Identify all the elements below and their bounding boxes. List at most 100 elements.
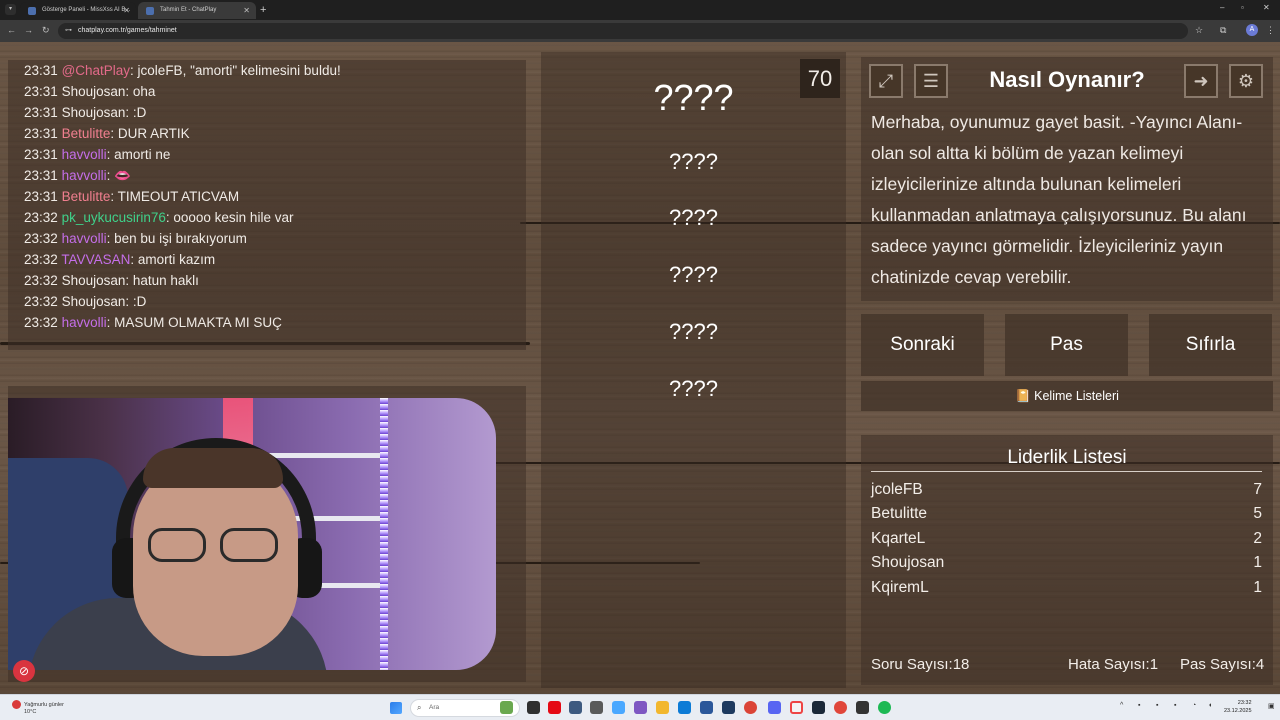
pass-button[interactable]: Pas (1005, 314, 1128, 376)
weather-widget[interactable]: Yağmurlu günler 10°C (12, 700, 64, 716)
netflix-icon[interactable] (548, 701, 561, 714)
back-icon[interactable]: ← (7, 25, 16, 35)
steam-icon[interactable] (812, 701, 825, 714)
chat-username[interactable]: Shoujosan (62, 273, 126, 288)
app-icon[interactable] (722, 701, 735, 714)
new-tab-icon[interactable]: + (260, 2, 266, 18)
edge-icon[interactable] (678, 701, 691, 714)
app-icon[interactable] (634, 701, 647, 714)
app-icon[interactable] (700, 701, 713, 714)
forward-icon[interactable]: → (24, 25, 33, 35)
spotify-icon[interactable] (878, 701, 891, 714)
player-score: 5 (1253, 505, 1262, 522)
chat-username[interactable]: havvolli (62, 147, 107, 162)
chat-message: 23:32 Shoujosan: hatun haklı (24, 273, 199, 288)
weather-icon (12, 700, 21, 709)
player-name: Betulitte (871, 505, 928, 522)
chat-username[interactable]: @ChatPlay (62, 63, 130, 78)
minimize-icon[interactable]: – (1220, 3, 1224, 12)
chat-message: 23:32 havvolli: MASUM OLMAKTA MI SUÇ (24, 315, 282, 330)
tray-icon[interactable]: ▪ (1156, 702, 1158, 709)
pass-count-value: 4 (1255, 656, 1265, 673)
chat-username[interactable]: Betulitte (62, 189, 111, 204)
chat-text: : :D (125, 105, 147, 120)
chat-username[interactable]: Shoujosan (62, 105, 126, 120)
glasses (220, 528, 278, 562)
wifi-icon[interactable]: ◔ (1192, 702, 1196, 709)
recording-icon[interactable]: ⊘ (13, 660, 35, 682)
search-placeholder: Ara (429, 704, 440, 711)
player-score: 2 (1253, 530, 1262, 547)
volume-icon[interactable]: ◖ (1208, 702, 1212, 709)
url-field[interactable]: ⊶ chatplay.com.tr/games/tahminet (58, 23, 1188, 39)
chat-time: 23:32 (24, 273, 58, 288)
hair (143, 448, 283, 488)
how-to-play-text: Merhaba, oyunumuz gayet basit. -Yayıncı … (871, 112, 1247, 287)
clock-time: 23:32 (1237, 700, 1252, 706)
chat-username[interactable]: Shoujosan (62, 294, 126, 309)
app-icon[interactable] (790, 701, 803, 714)
chat-message: 23:31 havvolli: 👄 (24, 168, 131, 184)
chat-message: 23:32 TAVVASAN: amorti kazım (24, 252, 215, 267)
menu-icon[interactable]: ⋮ (1266, 25, 1275, 36)
discord-icon[interactable] (768, 701, 781, 714)
url-text: chatplay.com.tr/games/tahminet (78, 27, 177, 34)
tray-icon[interactable]: ▪ (1138, 702, 1140, 709)
folder-icon[interactable] (656, 701, 669, 714)
leaderboard-row: KqiremL 1 (871, 579, 1262, 601)
leaderboard-title: Liderlik Listesi (1007, 447, 1127, 468)
app-icon[interactable] (834, 701, 847, 714)
app-icon[interactable] (569, 701, 582, 714)
tray-icon[interactable]: ▪ (1174, 702, 1176, 709)
restore-icon[interactable]: ▫ (1241, 3, 1244, 12)
chat-username[interactable]: Betulitte (62, 126, 111, 141)
chat-message: 23:32 havvolli: ben bu işi bırakıyorum (24, 231, 247, 246)
chat-username[interactable]: havvolli (62, 168, 107, 183)
tray-overflow-icon[interactable]: ^ (1120, 702, 1123, 709)
notebook-icon: 📔 (1015, 389, 1035, 403)
player-name: Shoujosan (871, 554, 945, 571)
chat-text: : hatun haklı (125, 273, 199, 288)
chat-message: 23:31 havvolli: amorti ne (24, 147, 170, 162)
bookmark-star-icon[interactable]: ☆ (1195, 25, 1203, 36)
app-icon[interactable] (612, 701, 625, 714)
app-icon[interactable] (500, 701, 513, 714)
app-icon[interactable] (527, 701, 540, 714)
chat-username[interactable]: havvolli (62, 315, 107, 330)
leaderboard-divider (871, 471, 1262, 472)
chat-text: : :D (125, 294, 147, 309)
chat-message: 23:31 Shoujosan: :D (24, 105, 146, 120)
chat-username[interactable]: havvolli (62, 231, 107, 246)
reload-icon[interactable]: ↻ (42, 25, 50, 36)
site-info-icon[interactable]: ⊶ (65, 26, 72, 34)
chat-text: : jcoleFB, "amorti" kelimesini buldu! (130, 63, 341, 78)
app-icon[interactable] (590, 701, 603, 714)
clock[interactable]: 23:32 23.12.2025 (1224, 699, 1252, 715)
close-window-icon[interactable]: ✕ (1263, 3, 1270, 12)
chat-username[interactable]: Shoujosan (62, 84, 126, 99)
tab-title: Gösterge Paneli - MissXss AI B... (42, 7, 131, 13)
tab-dashboard[interactable]: Gösterge Paneli - MissXss AI B... ✕ (20, 2, 136, 19)
app-icon[interactable] (856, 701, 869, 714)
chat-time: 23:31 (24, 147, 58, 162)
start-icon[interactable] (390, 702, 402, 714)
chat-username[interactable]: TAVVASAN (61, 252, 130, 267)
close-tab-icon[interactable]: ✕ (123, 2, 130, 19)
notification-icon[interactable]: ▣ (1268, 702, 1275, 710)
close-tab-icon[interactable]: ✕ (243, 2, 250, 19)
reset-button[interactable]: Sıfırla (1149, 314, 1272, 376)
chat-message: 23:31 Shoujosan: oha (24, 84, 155, 99)
extensions-icon[interactable]: ⧉ (1220, 25, 1226, 36)
profile-avatar[interactable]: A (1246, 24, 1258, 36)
word-lists-button[interactable]: 📔 Kelime Listeleri (861, 381, 1273, 411)
player-score: 7 (1253, 481, 1262, 498)
chat-time: 23:32 (24, 252, 58, 267)
tab-chatplay[interactable]: Tahmin Et - ChatPlay ✕ (138, 2, 256, 19)
next-button[interactable]: Sonraki (861, 314, 984, 376)
tab-search-icon[interactable]: ▾ (5, 4, 16, 15)
address-bar: ← → ↻ ⊶ chatplay.com.tr/games/tahminet ☆… (0, 20, 1280, 42)
player-name: KqiremL (871, 579, 929, 596)
chat-text: : amorti kazım (130, 252, 216, 267)
chat-username[interactable]: pk_uykucusirin76 (62, 210, 166, 225)
chrome-icon[interactable] (744, 701, 757, 714)
